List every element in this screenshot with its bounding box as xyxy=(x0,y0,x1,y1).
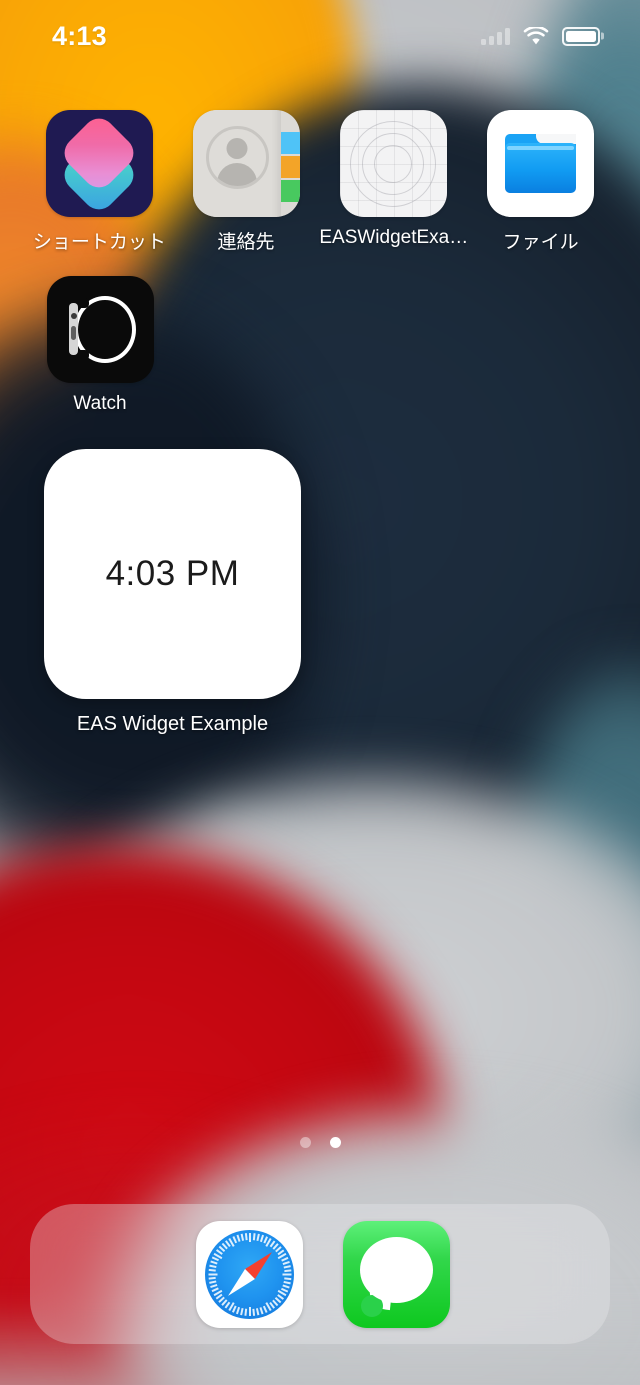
app-label-files: ファイル xyxy=(502,232,579,253)
widget-time-text: 4:03 PM xyxy=(105,554,240,593)
shortcuts-app-icon[interactable] xyxy=(45,110,153,217)
app-contacts[interactable]: 連絡先 xyxy=(173,110,320,254)
page-dot-1[interactable] xyxy=(299,1137,311,1148)
app-grid: ショートカット 連絡先 EASWidgetExa… ファイル Watch xyxy=(0,110,640,437)
safari-app-icon[interactable] xyxy=(196,1220,303,1328)
status-bar-time: 4:13 xyxy=(52,20,107,51)
page-indicator-dots[interactable] xyxy=(0,1137,640,1148)
battery-full-icon xyxy=(562,26,600,46)
widget-container: 4:03 PM EAS Widget Example xyxy=(44,449,301,736)
dock xyxy=(30,1204,610,1344)
watch-app-icon[interactable] xyxy=(46,276,154,383)
app-grid-row-2: Watch xyxy=(26,276,614,437)
widget-label: EAS Widget Example xyxy=(76,713,269,735)
app-label-watch: Watch xyxy=(73,393,127,414)
wifi-icon xyxy=(523,25,549,46)
app-watch[interactable]: Watch xyxy=(26,276,174,415)
app-grid-row-1: ショートカット 連絡先 EASWidgetExa… ファイル xyxy=(26,110,614,276)
page-dot-2-active[interactable] xyxy=(329,1137,341,1148)
app-label-shortcuts: ショートカット xyxy=(32,232,166,253)
signal-bars-icon xyxy=(481,27,510,45)
app-label-easwidgetexample: EASWidgetExa… xyxy=(319,227,468,248)
app-label-contacts: 連絡先 xyxy=(217,232,275,253)
status-bar: 4:13 xyxy=(0,0,640,72)
contacts-app-icon[interactable] xyxy=(192,110,300,217)
app-shortcuts[interactable]: ショートカット xyxy=(26,110,173,254)
status-bar-indicators xyxy=(481,25,600,46)
files-app-icon[interactable] xyxy=(487,110,595,217)
app-files[interactable]: ファイル xyxy=(467,110,614,254)
default-placeholder-app-icon[interactable] xyxy=(339,110,447,217)
eas-widget-example-widget[interactable]: 4:03 PM xyxy=(44,449,301,699)
app-easwidgetexample[interactable]: EASWidgetExa… xyxy=(319,110,467,254)
messages-app-icon[interactable] xyxy=(343,1220,450,1328)
